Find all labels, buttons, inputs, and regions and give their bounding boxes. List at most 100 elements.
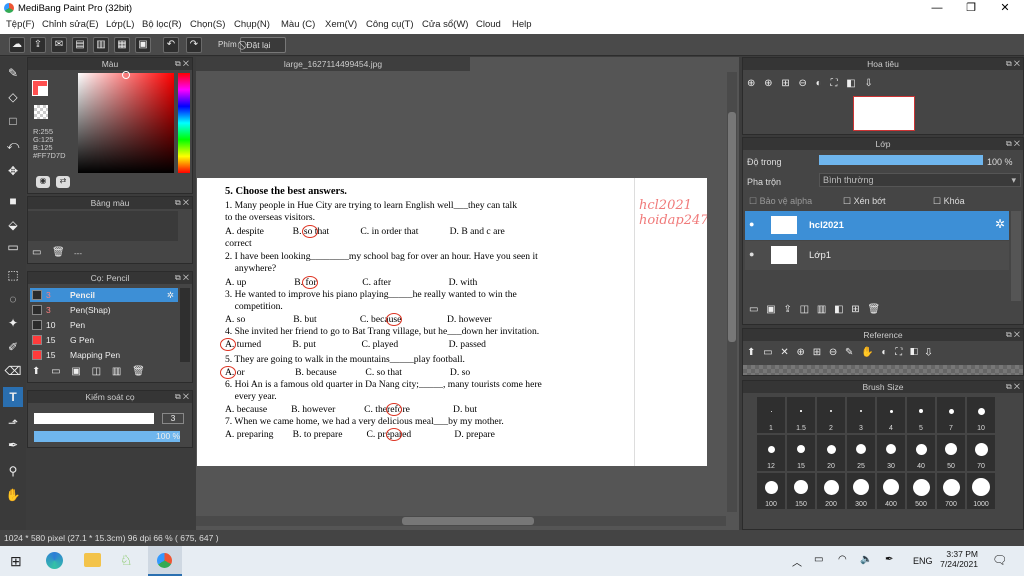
brush-size-option[interactable]: 300 <box>847 473 875 509</box>
trash-icon[interactable]: 🗑 <box>52 247 65 258</box>
brush-item-pen-shap[interactable]: 3 Pen(Shap) <box>30 303 178 317</box>
visibility-icon[interactable]: ● <box>749 249 754 259</box>
hand-tool-icon[interactable]: ✋ <box>3 485 23 505</box>
brush-size-option[interactable]: 12 <box>757 435 785 471</box>
magic-wand-icon[interactable]: ✦ <box>3 313 23 333</box>
color-swap-icon[interactable]: ⇄ <box>56 176 70 188</box>
panel-close-icon[interactable]: ⧉ ✕ <box>175 197 189 209</box>
brush-size-option[interactable]: 10 <box>967 397 995 433</box>
menu-view[interactable]: Xem(V) <box>325 19 357 30</box>
app-icon[interactable]: ♘ <box>120 552 133 569</box>
clock[interactable]: 3:37 PM 7/24/2021 <box>940 549 978 569</box>
select-eraser-icon[interactable]: ⌫ <box>3 361 23 381</box>
move-tool-icon[interactable]: ✥ <box>3 161 23 181</box>
clip-checkbox[interactable]: ☐ Xén bớt <box>843 196 886 207</box>
palette-area[interactable] <box>28 211 178 241</box>
brush-size-option[interactable]: 1.5 <box>787 397 815 433</box>
brush-tool-icon[interactable]: ✎ <box>3 63 23 83</box>
vertical-scroll-thumb[interactable] <box>728 112 736 342</box>
document-icon[interactable]: ▤ <box>72 37 88 53</box>
panel-float-icon[interactable]: ⧉ ✕ <box>1006 381 1020 393</box>
undo-icon[interactable]: ↶ <box>163 37 179 53</box>
reference-canvas[interactable] <box>743 365 1023 375</box>
brush-item-pencil[interactable]: 3 Pencil ✲ <box>30 288 178 302</box>
menu-help[interactable]: Help <box>512 19 532 30</box>
page-icon[interactable]: ▥ <box>93 37 109 53</box>
minimize-button[interactable]: — <box>920 0 954 16</box>
menu-layer[interactable]: Lớp(L) <box>106 19 134 30</box>
menu-select[interactable]: Chọn(S) <box>190 19 225 30</box>
wifi-icon[interactable]: ◠ <box>838 554 847 565</box>
gear-icon[interactable]: ✲ <box>995 217 1005 231</box>
visibility-icon[interactable]: ● <box>749 219 754 229</box>
brush-size-option[interactable]: 5 <box>907 397 935 433</box>
brush-size-slider[interactable] <box>34 413 154 424</box>
vertical-scrollbar[interactable] <box>727 72 737 512</box>
eraser-tool-icon[interactable]: ◇ <box>3 87 23 107</box>
brush-size-option[interactable]: 7 <box>937 397 965 433</box>
add-palette-icon[interactable]: ▭ <box>32 247 41 258</box>
panel-float-icon[interactable]: ⧉ ✕ <box>1006 138 1020 150</box>
dropper-tool-icon[interactable]: ✒ <box>3 435 23 455</box>
blend-mode-select[interactable]: Bình thường ▾ <box>819 173 1021 187</box>
fill-shape-icon[interactable]: ■ <box>3 191 23 211</box>
gear-icon[interactable]: ✲ <box>167 288 174 302</box>
brush-size-option[interactable]: 50 <box>937 435 965 471</box>
horizontal-scroll-thumb[interactable] <box>402 517 534 525</box>
close-button[interactable]: ✕ <box>988 0 1022 16</box>
brush-item-pen[interactable]: 10 Pen <box>30 318 178 332</box>
brush-list-scrollbar[interactable] <box>180 288 190 362</box>
saturation-value-field[interactable] <box>78 73 174 173</box>
maximize-button[interactable]: ❐ <box>954 0 988 16</box>
gradient-tool-icon[interactable]: ▭ <box>3 237 23 257</box>
brush-size-option[interactable]: 3 <box>847 397 875 433</box>
brush-item-mapping-pen[interactable]: 15 Mapping Pen <box>30 348 178 362</box>
menu-filter[interactable]: Bộ lọc(R) <box>142 19 182 30</box>
windows-start-icon[interactable]: ⊞ <box>10 553 22 570</box>
panel-close-icon[interactable]: ⧉ ✕ <box>175 391 189 403</box>
hue-slider[interactable] <box>178 73 190 173</box>
secondary-color-swatch[interactable] <box>38 86 48 96</box>
language-indicator[interactable]: ENG <box>913 556 933 566</box>
menu-edit[interactable]: Chỉnh sửa(E) <box>42 19 99 30</box>
layout-icon[interactable]: ▣ <box>135 37 151 53</box>
brush-size-option[interactable]: 30 <box>877 435 905 471</box>
comment-icon[interactable]: ✉ <box>51 37 67 53</box>
brush-size-option[interactable]: 200 <box>817 473 845 509</box>
brush-size-option[interactable]: 2 <box>817 397 845 433</box>
grid-icon[interactable]: ▦ <box>114 37 130 53</box>
brush-size-value[interactable]: 3 <box>162 413 184 424</box>
navigator-thumbnail[interactable] <box>853 96 915 131</box>
brush-size-option[interactable]: 25 <box>847 435 875 471</box>
document-tab[interactable]: large_1627114499454.jpg <box>196 57 470 71</box>
notification-icon[interactable]: 🗨 <box>992 553 1007 567</box>
select-pen-icon[interactable]: ✐ <box>3 337 23 357</box>
color-picker-cursor[interactable] <box>122 71 130 79</box>
cloud-icon[interactable]: ☁ <box>9 37 25 53</box>
brush-size-option[interactable]: 500 <box>907 473 935 509</box>
volume-icon[interactable]: 🔈 <box>860 554 872 565</box>
chevron-up-icon[interactable]: ︿ <box>792 554 802 569</box>
brush-size-option[interactable]: 4 <box>877 397 905 433</box>
brush-size-option[interactable]: 20 <box>817 435 845 471</box>
lasso-select-icon[interactable]: ◌ <box>3 289 23 309</box>
panel-close-icon[interactable]: ⧉ ✕ <box>175 58 189 70</box>
brush-size-option[interactable]: 40 <box>907 435 935 471</box>
panel-float-icon[interactable]: ⧉ ✕ <box>1006 58 1020 70</box>
transparent-swatch[interactable] <box>34 105 48 119</box>
menu-color[interactable]: Màu (C) <box>281 19 315 30</box>
layer-scrollbar[interactable] <box>1011 211 1021 301</box>
rectangle-tool-icon[interactable]: □ <box>3 111 23 131</box>
protect-alpha-checkbox[interactable]: ☐ Bảo vệ alpha <box>749 196 812 207</box>
pen-icon[interactable]: ✒ <box>885 554 893 565</box>
eyedropper-icon[interactable]: ⚲ <box>3 461 23 481</box>
redo-icon[interactable]: ↷ <box>186 37 202 53</box>
lasso-tool-icon[interactable]: ⤺ <box>3 135 23 155</box>
brush-panel-actions[interactable]: ⬆ ▭ ▣ ◫ ▥ 🗑 <box>32 366 145 377</box>
reset-button[interactable]: ⃠ Đặt lại <box>240 37 286 53</box>
menu-tools[interactable]: Công cụ(T) <box>366 19 414 30</box>
menu-capture[interactable]: Chụp(N) <box>234 19 270 30</box>
edge-icon[interactable] <box>46 552 63 569</box>
brush-size-option[interactable]: 1000 <box>967 473 995 509</box>
brush-size-option[interactable]: 70 <box>967 435 995 471</box>
